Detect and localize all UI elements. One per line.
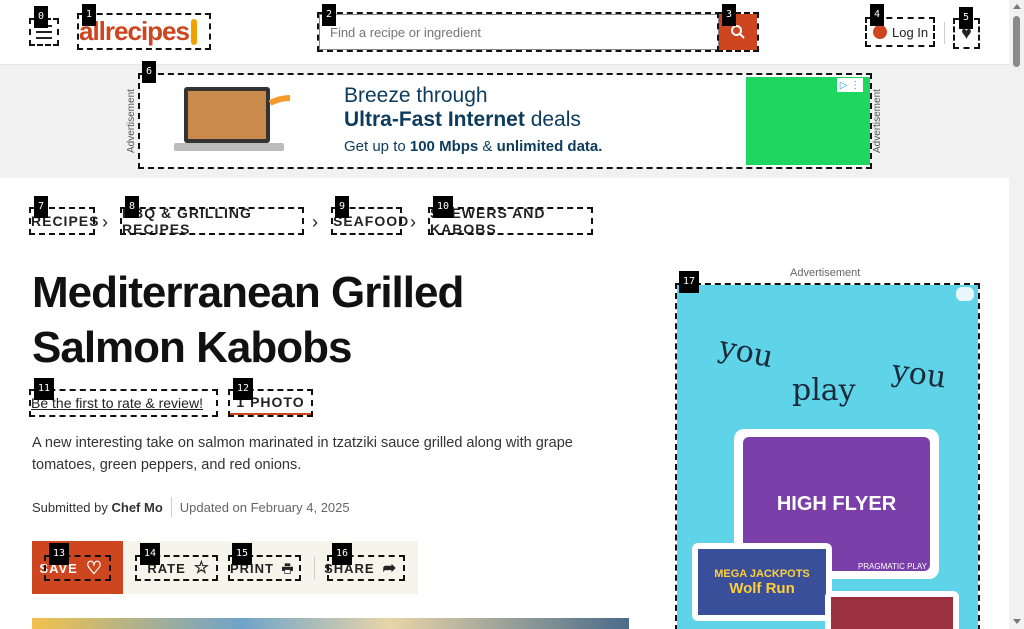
scroll-up-icon[interactable] [1013, 4, 1021, 9]
login-label: Log In [892, 24, 929, 40]
ad-label-left: Advertisement [126, 89, 137, 153]
recipe-description: A new interesting take on salmon marinat… [32, 435, 573, 473]
rate-review-link[interactable]: Be the first to rate & review! [29, 389, 218, 417]
star-icon: ☆ [193, 558, 210, 577]
ad-word-play: play [792, 373, 856, 408]
ad-label-right: Advertisement [872, 89, 883, 153]
ad-line3: Get up to 100 Mbps & unlimited data. [344, 138, 602, 155]
search-input-wrapper[interactable] [317, 12, 721, 52]
breadcrumb-bbq-grilling[interactable]: BBQ & GRILLING RECIPES [120, 205, 304, 237]
header-divider [944, 22, 945, 44]
marker-tag: 5 [959, 7, 974, 29]
marker-tag: 0 [34, 6, 49, 28]
submitted-prefix: Submitted by [32, 499, 112, 515]
spoon-icon [190, 18, 197, 45]
marker-tag: 7 [34, 196, 49, 218]
marker-tag: 6 [142, 61, 157, 83]
ad-line2-rest: deals [524, 108, 581, 131]
ad-word-you-2: you [889, 353, 949, 396]
game2-line-a: MEGA JACKPOTS [714, 567, 810, 580]
author-name[interactable]: Chef Mo [112, 500, 163, 515]
marker-tag: 4 [870, 4, 885, 26]
game-brand: PRAGMATIC PLAY [857, 562, 927, 571]
marker-tag: 3 [722, 4, 737, 26]
game3-title: LIGHTNING [831, 597, 953, 629]
ad-line2: Ultra-Fast Internet deals [344, 108, 581, 132]
printer-icon [282, 562, 293, 574]
marker-tag: 9 [335, 196, 350, 218]
byline-divider [170, 497, 172, 517]
breadcrumb-skewers-kabobs[interactable]: SKEWERS AND KABOBS [428, 205, 593, 237]
adchoices-icon[interactable] [956, 287, 974, 301]
chevron-right-icon: › [312, 212, 318, 232]
marker-tag: 16 [332, 543, 353, 565]
ad-line3-b: 100 Mbps [409, 138, 479, 155]
laptop-image [174, 87, 290, 151]
scrollbar[interactable] [1009, 0, 1024, 629]
game2-line-b: Wolf Run [729, 579, 795, 597]
game-tile-lightning[interactable]: LIGHTNING [825, 591, 959, 629]
adchoices-icon[interactable]: ▷ ⋮ [837, 78, 863, 92]
scroll-down-icon[interactable] [1013, 619, 1021, 624]
recipe-photo[interactable] [32, 618, 629, 629]
ad-banner[interactable]: Breeze through Ultra-Fast Internet deals… [138, 73, 872, 169]
ad-line1: Breeze through [344, 84, 488, 107]
marker-tag: 8 [125, 196, 140, 218]
page-title: Mediterranean Grilled Salmon Kabobs [32, 268, 464, 372]
side-ad[interactable]: you play you HIGH FLYER PRAGMATIC PLAY M… [675, 283, 980, 629]
ad-word-you: you [715, 329, 777, 376]
scroll-thumb[interactable] [1013, 16, 1020, 67]
marker-tag: 17 [679, 271, 700, 293]
marker-tag: 12 [233, 378, 254, 400]
submitted-by: Submitted by Chef Mo [32, 500, 163, 515]
action-divider [314, 557, 315, 579]
game-tile-wolf-run[interactable]: MEGA JACKPOTS Wolf Run [692, 543, 832, 621]
marker-tag: 13 [49, 543, 70, 565]
ad-line3-d: unlimited data. [496, 138, 603, 155]
site-logo[interactable]: allrecipes [77, 13, 211, 50]
marker-tag: 11 [34, 378, 55, 400]
chevron-right-icon: › [102, 212, 108, 232]
marker-tag: 1 [82, 4, 97, 26]
search-input[interactable] [320, 15, 718, 49]
game-art: MEGA JACKPOTS Wolf Run [698, 549, 826, 615]
chevron-right-icon: › [410, 212, 416, 232]
updated-date: Updated on February 4, 2025 [179, 499, 350, 515]
marker-tag: 2 [322, 4, 337, 26]
search-icon [731, 25, 745, 39]
marker-tag: 10 [433, 196, 454, 218]
marker-tag: 15 [232, 543, 253, 565]
marker-tag: 14 [140, 543, 161, 565]
share-icon: ➦ [382, 560, 397, 577]
ad-line3-a: Get up to [344, 138, 410, 155]
ad-line3-c: & [478, 138, 497, 155]
byline: Submitted by Chef Mo Updated on February… [32, 497, 350, 517]
user-icon [873, 25, 887, 39]
ad-line2-bold: Ultra-Fast Internet [344, 108, 525, 131]
heart-icon: ♡ [85, 557, 103, 578]
side-ad-label: Advertisement [790, 267, 861, 279]
